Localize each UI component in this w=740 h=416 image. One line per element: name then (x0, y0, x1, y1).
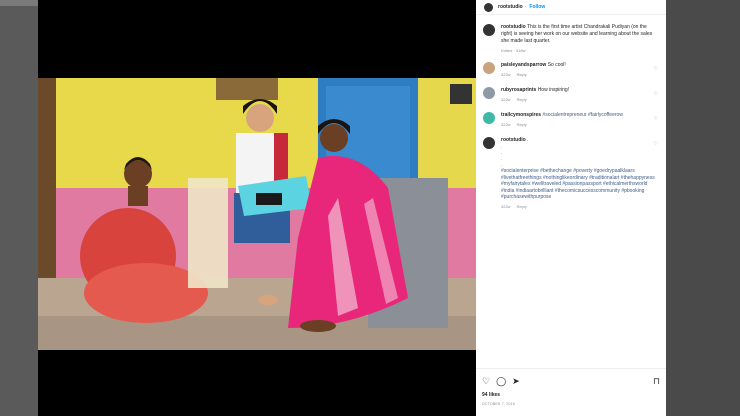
comment-text-wrapper: rootstudio . (501, 137, 658, 144)
caption-block: rootstudio This is the first time artist… (483, 24, 658, 53)
modal-backdrop-right (666, 0, 740, 416)
comment-age: 322w (501, 72, 511, 77)
comment-item: rubyrosaprints How inspiring! 322w Reply… (483, 87, 658, 102)
comment-like-icon[interactable]: ♡ (654, 91, 658, 97)
comment-text: . (527, 137, 529, 143)
commenter-avatar[interactable] (483, 62, 495, 74)
post-details-panel: rootstudio · Follow rootstudio This is t… (476, 0, 666, 416)
comment-like-icon[interactable]: ♡ (654, 141, 658, 147)
comment-text-wrapper: trailcymonspires #socialentrepreneur #fa… (501, 112, 658, 119)
author-avatar[interactable] (484, 2, 493, 12)
comment-text-wrapper: rubyrosaprints How inspiring! (501, 87, 658, 94)
comment-meta: 322w Reply (501, 122, 658, 127)
header-divider (476, 14, 666, 15)
comment-text: So cool! (547, 62, 566, 68)
comment-dots: .... (501, 144, 503, 168)
comment-username[interactable]: rootstudio (501, 137, 526, 143)
actions-divider (476, 368, 666, 369)
comment-username[interactable]: rubyrosaprints (501, 87, 536, 93)
comment-text-wrapper: paisleyandsparrow So cool! (501, 62, 658, 69)
reply-button[interactable]: Reply (517, 122, 527, 127)
likes-count[interactable]: 94 likes (482, 392, 500, 398)
caption-username[interactable]: rootstudio (501, 24, 526, 30)
author-username[interactable]: rootstudio (498, 4, 523, 10)
comment-meta: 322w Reply (501, 97, 658, 102)
header-separator: · (524, 4, 527, 10)
comment-username[interactable]: trailcymonspires (501, 112, 541, 118)
post-photo (38, 78, 476, 350)
comment-icon[interactable]: ◯ (496, 376, 506, 387)
post-header: rootstudio · Follow (476, 0, 666, 14)
send-icon[interactable]: ➤ (512, 376, 520, 387)
comment-hashtags[interactable]: #socialenterprise #bethechange #poverty … (501, 168, 658, 201)
reply-button[interactable]: Reply (517, 97, 527, 102)
post-date: OCTOBER 7, 2016 (482, 402, 515, 406)
post-media[interactable] (38, 0, 476, 416)
follow-button[interactable]: Follow (529, 4, 545, 10)
comment-text[interactable]: #socialentrepreneur #fairlycoffeerow (542, 112, 623, 118)
heart-outline-icon[interactable]: ♡ (482, 376, 490, 387)
commenter-avatar[interactable] (483, 137, 495, 149)
comment-meta: 322w Reply (501, 204, 658, 209)
comment-age: 322w (501, 97, 511, 102)
post-actions: ♡ ◯ ➤ ⊓ (482, 376, 660, 387)
comment-like-icon[interactable]: ♡ (654, 66, 658, 72)
reply-button[interactable]: Reply (517, 72, 527, 77)
comment-item: trailcymonspires #socialentrepreneur #fa… (483, 112, 658, 127)
photo-illustration (38, 78, 476, 350)
comment-text: How inspiring! (537, 87, 570, 93)
commenter-avatar[interactable] (483, 112, 495, 124)
comment-age: 322w (501, 203, 511, 209)
comment-like-icon[interactable]: ♡ (654, 116, 658, 122)
caption-text-wrapper: rootstudio This is the first time artist… (501, 24, 658, 45)
caption-avatar[interactable] (483, 24, 495, 36)
comment-meta: 322w Reply (501, 72, 658, 77)
post-modal: rootstudio · Follow rootstudio This is t… (38, 0, 666, 416)
commenter-avatar[interactable] (483, 87, 495, 99)
caption-meta: Edited · 318w (501, 48, 526, 53)
bookmark-icon[interactable]: ⊓ (653, 376, 660, 387)
comment-age: 322w (501, 122, 511, 127)
comment-item: rootstudio . .... #socialenterprise #bet… (483, 137, 658, 209)
comment-item: paisleyandsparrow So cool! 322w Reply ♡ (483, 62, 658, 77)
comment-username[interactable]: paisleyandsparrow (501, 62, 546, 68)
reply-button[interactable]: Reply (517, 204, 527, 209)
